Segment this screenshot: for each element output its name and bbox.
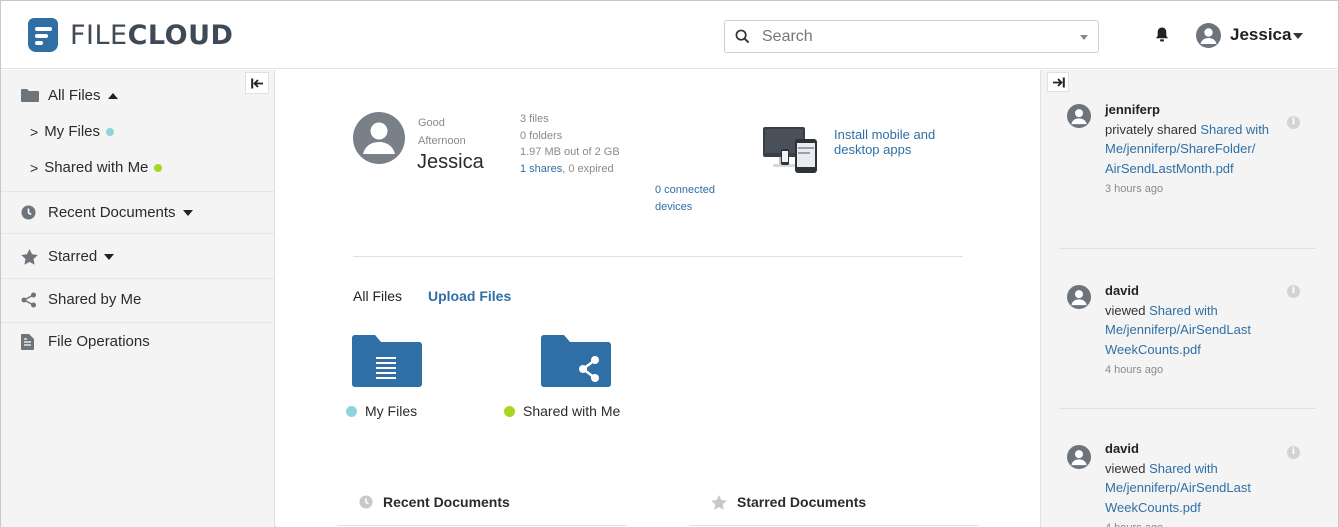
activity-time: 4 hours ago: [1105, 364, 1164, 376]
shared-with-me-dot: [504, 405, 515, 417]
document-icon: [21, 333, 39, 350]
sidebar-item-shared-by-me[interactable]: Shared by Me: [21, 291, 141, 308]
sidebar-item-starred[interactable]: Starred: [21, 248, 115, 265]
section-divider: [353, 256, 963, 257]
starred-documents-divider: [689, 525, 979, 526]
collapse-left-icon: [250, 78, 263, 88]
my-files-dot: [346, 405, 357, 417]
filecloud-logo[interactable]: FILECLOUD: [28, 17, 233, 53]
brand-name: FILECLOUD: [70, 19, 234, 51]
shares-summary: 1 shares, 0 expired: [520, 162, 614, 175]
activity-item: jenniferp privately shared Shared with M…: [1105, 100, 1285, 200]
sidebar-divider: [1, 191, 274, 192]
notification-bell-icon[interactable]: [1155, 26, 1169, 43]
chevron-right-icon: >: [30, 123, 39, 140]
sidebar-item-label: Starred: [48, 248, 98, 265]
caret-down-icon: [104, 253, 115, 260]
share-icon: [21, 292, 39, 308]
collapse-sidebar-button[interactable]: [245, 72, 269, 94]
collapse-activity-button[interactable]: [1047, 72, 1069, 92]
activity-user[interactable]: david: [1105, 281, 1285, 301]
chevron-right-icon: >: [30, 159, 39, 176]
profile-avatar[interactable]: [353, 112, 405, 164]
search-dropdown-caret-icon[interactable]: [1080, 35, 1088, 40]
activity-avatar: [1067, 285, 1091, 309]
greeting-text: Good Afternoon: [418, 117, 466, 147]
caret-up-icon: [107, 92, 118, 99]
user-name[interactable]: Jessica: [1230, 25, 1291, 45]
tab-all-files[interactable]: All Files: [353, 288, 402, 304]
activity-user[interactable]: jenniferp: [1105, 100, 1285, 120]
activity-item: david viewed Shared with Me/jenniferp/Ai…: [1105, 439, 1285, 527]
collapse-right-icon: [1052, 77, 1065, 87]
user-avatar[interactable]: [1196, 23, 1221, 48]
sidebar-divider: [1, 322, 274, 323]
info-icon[interactable]: i: [1287, 285, 1300, 298]
sidebar-divider: [1, 278, 274, 279]
profile-name: Jessica: [417, 151, 484, 173]
folder-icon: [21, 89, 39, 102]
clock-icon: [359, 495, 373, 509]
sidebar-item-label: Shared by Me: [48, 291, 142, 308]
sidebar-item-label: My Files: [44, 123, 101, 140]
sidebar-item-label: Shared with Me: [44, 159, 149, 176]
star-icon: [21, 248, 39, 265]
sidebar-item-label: File Operations: [48, 333, 150, 350]
folders-count: 0 folders: [520, 129, 563, 142]
shared-with-me-folder-label[interactable]: Shared with Me: [504, 403, 620, 419]
activity-avatar: [1067, 445, 1091, 469]
sidebar-item-label: Recent Documents: [48, 204, 176, 221]
info-icon[interactable]: i: [1287, 446, 1300, 459]
clock-icon: [21, 205, 39, 220]
info-icon[interactable]: i: [1287, 116, 1300, 129]
shares-link[interactable]: 1 shares: [520, 163, 562, 175]
starred-documents-heading: Starred Documents: [711, 494, 866, 510]
filecloud-logo-icon: [28, 18, 58, 52]
my-files-folder-label[interactable]: My Files: [346, 403, 417, 419]
recent-documents-divider: [337, 525, 627, 526]
share-folder-icon[interactable]: [541, 335, 611, 387]
devices-icon: [763, 127, 817, 173]
shared-with-me-dot: [154, 163, 163, 172]
storage-stats: 3 files 0 folders 1.97 MB out of 2 GB 1 …: [520, 111, 620, 177]
caret-down-icon: [182, 209, 193, 216]
activity-avatar: [1067, 104, 1091, 128]
activity-user[interactable]: david: [1105, 439, 1285, 459]
sidebar-item-my-files[interactable]: > My Files: [30, 123, 115, 140]
install-apps-link[interactable]: Install mobile and desktop apps: [834, 127, 964, 157]
search-box[interactable]: [724, 20, 1099, 53]
star-icon: [711, 494, 727, 510]
storage-usage: 1.97 MB out of 2 GB: [520, 146, 620, 158]
activity-divider: [1059, 248, 1316, 249]
user-menu-caret-icon[interactable]: [1293, 33, 1303, 39]
document-folder-icon[interactable]: [352, 335, 422, 387]
activity-divider: [1059, 408, 1316, 409]
connected-devices-link[interactable]: 0 connected devices: [655, 182, 745, 215]
sidebar-item-file-operations[interactable]: File Operations: [21, 333, 150, 350]
my-files-dot: [106, 127, 115, 136]
sidebar-item-shared-with-me[interactable]: > Shared with Me: [30, 159, 163, 176]
search-input[interactable]: [762, 27, 1062, 46]
top-bar: FILECLOUD Jessica: [1, 1, 1338, 69]
sidebar-item-all-files[interactable]: All Files: [21, 87, 118, 104]
sidebar-divider: [1, 233, 274, 234]
files-count: 3 files: [520, 113, 549, 125]
activity-time: 3 hours ago: [1105, 183, 1164, 195]
sidebar-item-recent-documents[interactable]: Recent Documents: [21, 204, 193, 221]
search-icon: [735, 29, 750, 44]
tab-upload-files[interactable]: Upload Files: [428, 288, 511, 304]
sidebar-item-label: All Files: [48, 87, 101, 104]
recent-documents-heading: Recent Documents: [359, 494, 510, 510]
activity-time: 4 hours ago: [1105, 519, 1285, 527]
activity-item: david viewed Shared with Me/jenniferp/Ai…: [1105, 281, 1285, 381]
